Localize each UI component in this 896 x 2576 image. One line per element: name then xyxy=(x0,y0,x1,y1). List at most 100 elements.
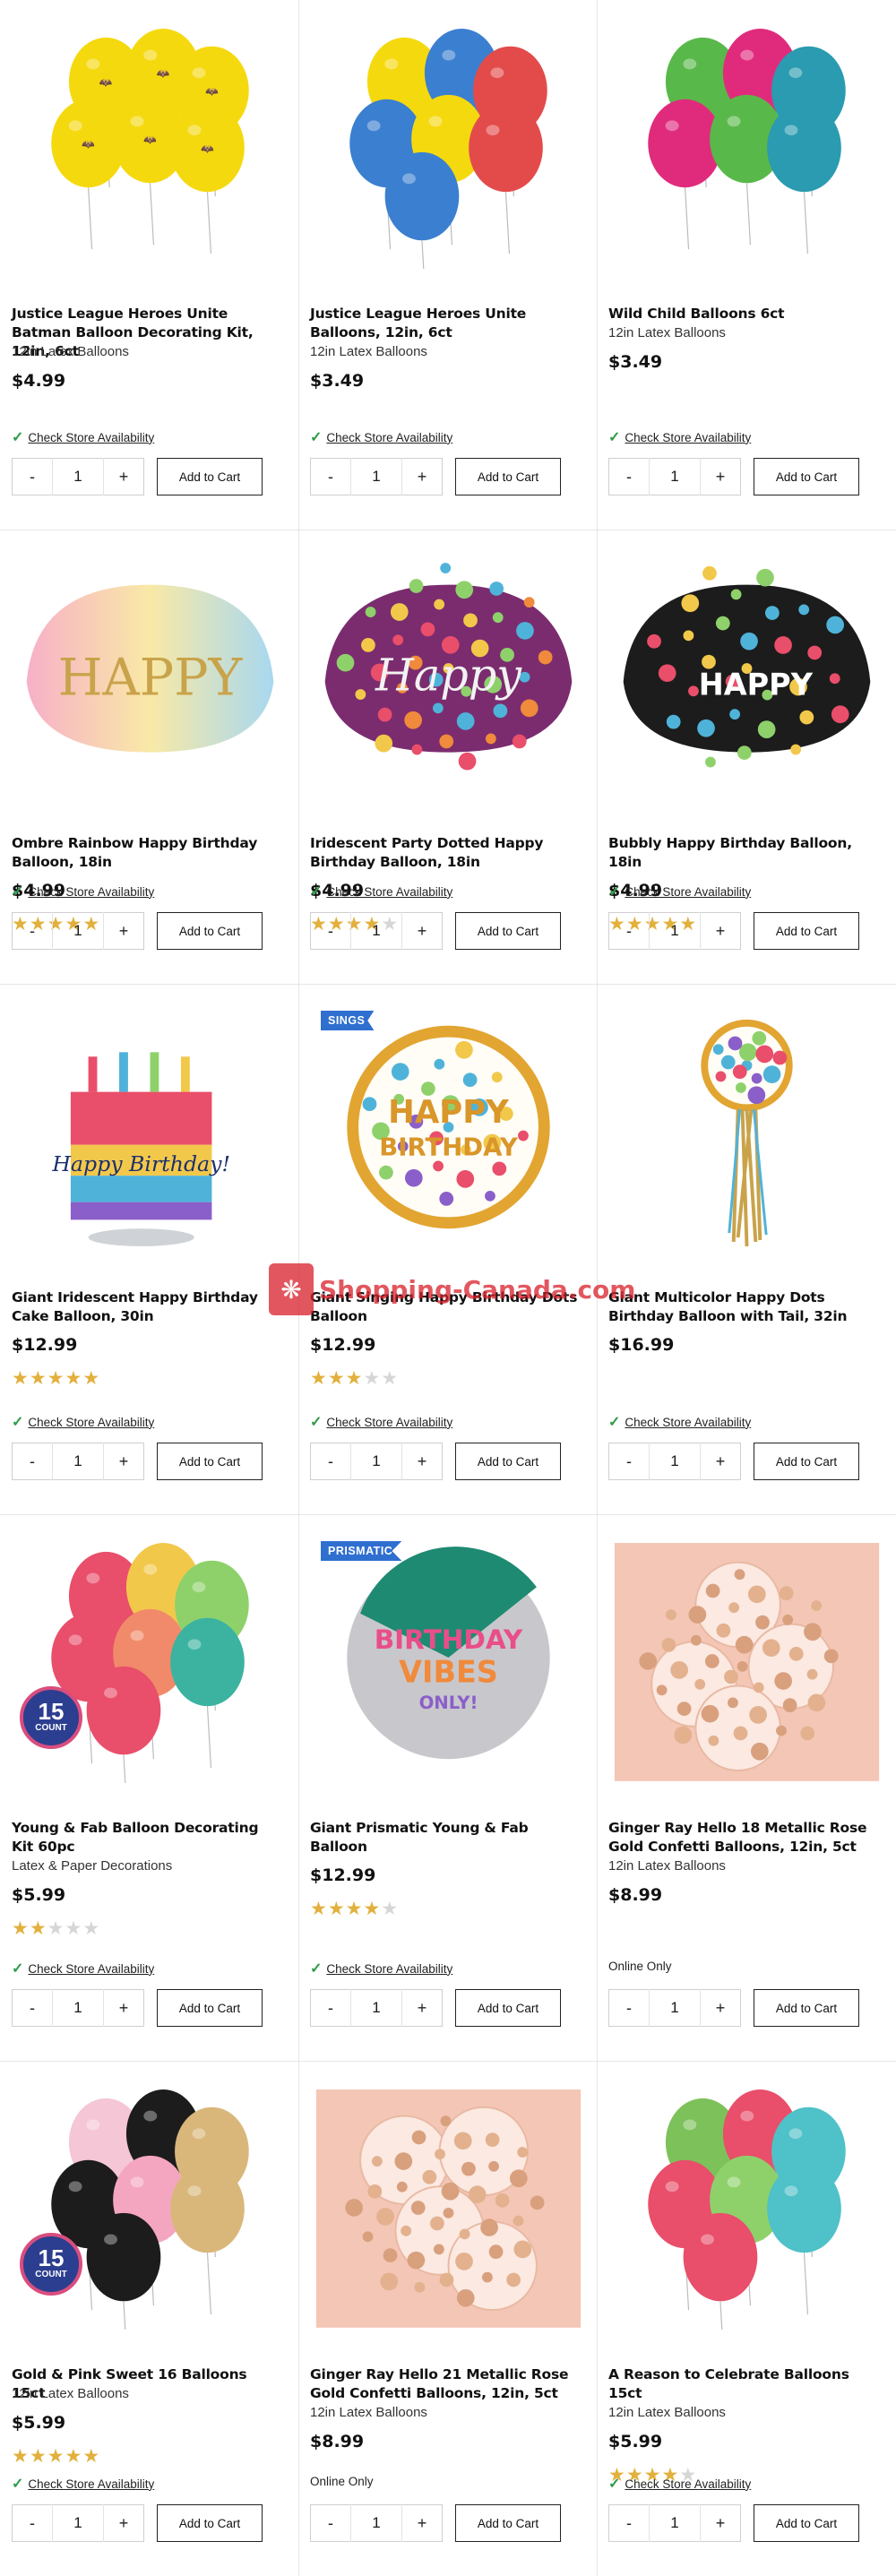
check-store-availability-link[interactable]: Check Store Availability xyxy=(326,431,452,444)
add-to-cart-button[interactable]: Add to Cart xyxy=(157,1443,263,1480)
qty-increase-button[interactable]: + xyxy=(402,2514,442,2533)
qty-decrease-button[interactable]: - xyxy=(13,1452,52,1471)
qty-decrease-button[interactable]: - xyxy=(609,468,649,487)
check-store-availability-link[interactable]: Check Store Availability xyxy=(625,431,751,444)
quantity-stepper[interactable]: -1 + xyxy=(12,458,144,495)
qty-decrease-button[interactable]: - xyxy=(311,1452,350,1471)
qty-input[interactable]: 1 xyxy=(649,1989,701,2027)
check-store-availability-link[interactable]: Check Store Availability xyxy=(326,1416,452,1429)
product-image[interactable]: Happy Birthday! xyxy=(9,1002,291,1253)
store-availability[interactable]: ✓ Check Store Availability xyxy=(310,883,452,900)
product-image[interactable]: BIRTHDAY VIBES ONLY! xyxy=(307,1532,590,1783)
store-availability[interactable]: ✓ Check Store Availability xyxy=(12,2475,154,2493)
add-to-cart-button[interactable]: Add to Cart xyxy=(455,458,561,495)
product-image[interactable] xyxy=(606,1002,888,1253)
store-availability[interactable]: ✓ Check Store Availability xyxy=(310,1960,452,1977)
product-image[interactable]: HAPPY xyxy=(606,547,888,798)
qty-decrease-button[interactable]: - xyxy=(13,1999,52,2018)
qty-decrease-button[interactable]: - xyxy=(311,2514,350,2533)
quantity-stepper[interactable]: -1 + xyxy=(608,1443,741,1480)
store-availability[interactable]: ✓ Check Store Availability xyxy=(608,428,751,446)
product-image[interactable]: HAPPY xyxy=(9,547,291,798)
qty-decrease-button[interactable]: - xyxy=(311,1999,350,2018)
add-to-cart-button[interactable]: Add to Cart xyxy=(455,1443,561,1480)
qty-decrease-button[interactable]: - xyxy=(609,922,649,941)
qty-input[interactable]: 1 xyxy=(52,2504,104,2542)
product-image[interactable]: 🦇 🦇 🦇 🦇 🦇 🦇 xyxy=(9,18,291,269)
qty-increase-button[interactable]: + xyxy=(402,468,442,487)
add-to-cart-button[interactable]: Add to Cart xyxy=(455,1989,561,2027)
qty-decrease-button[interactable]: - xyxy=(13,922,52,941)
store-availability[interactable]: ✓ Check Store Availability xyxy=(12,428,154,446)
qty-decrease-button[interactable]: - xyxy=(311,468,350,487)
store-availability[interactable]: ✓ Check Store Availability xyxy=(310,1413,452,1431)
store-availability[interactable]: ✓ Check Store Availability xyxy=(310,428,452,446)
product-title-link[interactable]: Giant Multicolor Happy Dots Birthday Bal… xyxy=(608,1288,877,1326)
add-to-cart-button[interactable]: Add to Cart xyxy=(157,2504,263,2542)
qty-input[interactable]: 1 xyxy=(350,458,402,495)
product-title-link[interactable]: Iridescent Party Dotted Happy Birthday B… xyxy=(310,834,579,872)
qty-input[interactable]: 1 xyxy=(52,912,104,950)
qty-input[interactable]: 1 xyxy=(649,458,701,495)
add-to-cart-button[interactable]: Add to Cart xyxy=(455,912,561,950)
quantity-stepper[interactable]: -1 + xyxy=(608,2504,741,2542)
qty-decrease-button[interactable]: - xyxy=(609,2514,649,2533)
check-store-availability-link[interactable]: Check Store Availability xyxy=(28,2477,154,2491)
product-image[interactable] xyxy=(606,2079,888,2330)
product-image[interactable] xyxy=(606,1532,888,1783)
qty-input[interactable]: 1 xyxy=(350,2504,402,2542)
qty-input[interactable]: 1 xyxy=(52,1989,104,2027)
qty-increase-button[interactable]: + xyxy=(402,1999,442,2018)
qty-input[interactable]: 1 xyxy=(649,1443,701,1480)
product-title-link[interactable]: Justice League Heroes Unite Balloons, 12… xyxy=(310,305,579,342)
quantity-stepper[interactable]: -1 + xyxy=(310,1443,443,1480)
product-image[interactable] xyxy=(606,18,888,269)
quantity-stepper[interactable]: -1 + xyxy=(12,1989,144,2027)
product-title-link[interactable]: Ginger Ray Hello 18 Metallic Rose Gold C… xyxy=(608,1819,877,1857)
quantity-stepper[interactable]: -1 + xyxy=(12,2504,144,2542)
add-to-cart-button[interactable]: Add to Cart xyxy=(157,458,263,495)
qty-increase-button[interactable]: + xyxy=(104,1999,143,2018)
add-to-cart-button[interactable]: Add to Cart xyxy=(455,2504,561,2542)
qty-increase-button[interactable]: + xyxy=(104,2514,143,2533)
product-image[interactable] xyxy=(307,2079,590,2330)
product-image[interactable]: Happy xyxy=(307,547,590,798)
qty-input[interactable]: 1 xyxy=(649,2504,701,2542)
quantity-stepper[interactable]: -1 + xyxy=(608,1989,741,2027)
add-to-cart-button[interactable]: Add to Cart xyxy=(754,912,859,950)
product-title-link[interactable]: Ginger Ray Hello 21 Metallic Rose Gold C… xyxy=(310,2365,579,2403)
product-image[interactable]: HAPPY BIRTHDAY xyxy=(307,1002,590,1253)
product-title-link[interactable]: Giant Iridescent Happy Birthday Cake Bal… xyxy=(12,1288,280,1326)
qty-input[interactable]: 1 xyxy=(52,458,104,495)
qty-input[interactable]: 1 xyxy=(350,912,402,950)
qty-decrease-button[interactable]: - xyxy=(609,1452,649,1471)
qty-decrease-button[interactable]: - xyxy=(609,1999,649,2018)
quantity-stepper[interactable]: -1 + xyxy=(310,912,443,950)
quantity-stepper[interactable]: -1 + xyxy=(310,1989,443,2027)
qty-increase-button[interactable]: + xyxy=(701,2514,740,2533)
qty-increase-button[interactable]: + xyxy=(701,1452,740,1471)
qty-increase-button[interactable]: + xyxy=(104,1452,143,1471)
check-store-availability-link[interactable]: Check Store Availability xyxy=(625,885,751,899)
product-title-link[interactable]: Giant Prismatic Young & Fab Balloon xyxy=(310,1819,579,1857)
add-to-cart-button[interactable]: Add to Cart xyxy=(754,1443,859,1480)
check-store-availability-link[interactable]: Check Store Availability xyxy=(625,1416,751,1429)
store-availability[interactable]: ✓ Check Store Availability xyxy=(12,1413,154,1431)
qty-input[interactable]: 1 xyxy=(350,1989,402,2027)
add-to-cart-button[interactable]: Add to Cart xyxy=(754,458,859,495)
store-availability[interactable]: ✓ Check Store Availability xyxy=(608,883,751,900)
add-to-cart-button[interactable]: Add to Cart xyxy=(754,2504,859,2542)
qty-increase-button[interactable]: + xyxy=(701,468,740,487)
qty-increase-button[interactable]: + xyxy=(701,1999,740,2018)
qty-increase-button[interactable]: + xyxy=(104,922,143,941)
product-title-link[interactable]: Ombre Rainbow Happy Birthday Balloon, 18… xyxy=(12,834,280,872)
store-availability[interactable]: ✓ Check Store Availability xyxy=(608,2475,751,2493)
quantity-stepper[interactable]: -1 + xyxy=(608,458,741,495)
add-to-cart-button[interactable]: Add to Cart xyxy=(754,1989,859,2027)
quantity-stepper[interactable]: -1 + xyxy=(12,1443,144,1480)
check-store-availability-link[interactable]: Check Store Availability xyxy=(28,1962,154,1976)
quantity-stepper[interactable]: -1 + xyxy=(310,2504,443,2542)
qty-input[interactable]: 1 xyxy=(52,1443,104,1480)
store-availability[interactable]: ✓ Check Store Availability xyxy=(12,1960,154,1977)
check-store-availability-link[interactable]: Check Store Availability xyxy=(28,1416,154,1429)
